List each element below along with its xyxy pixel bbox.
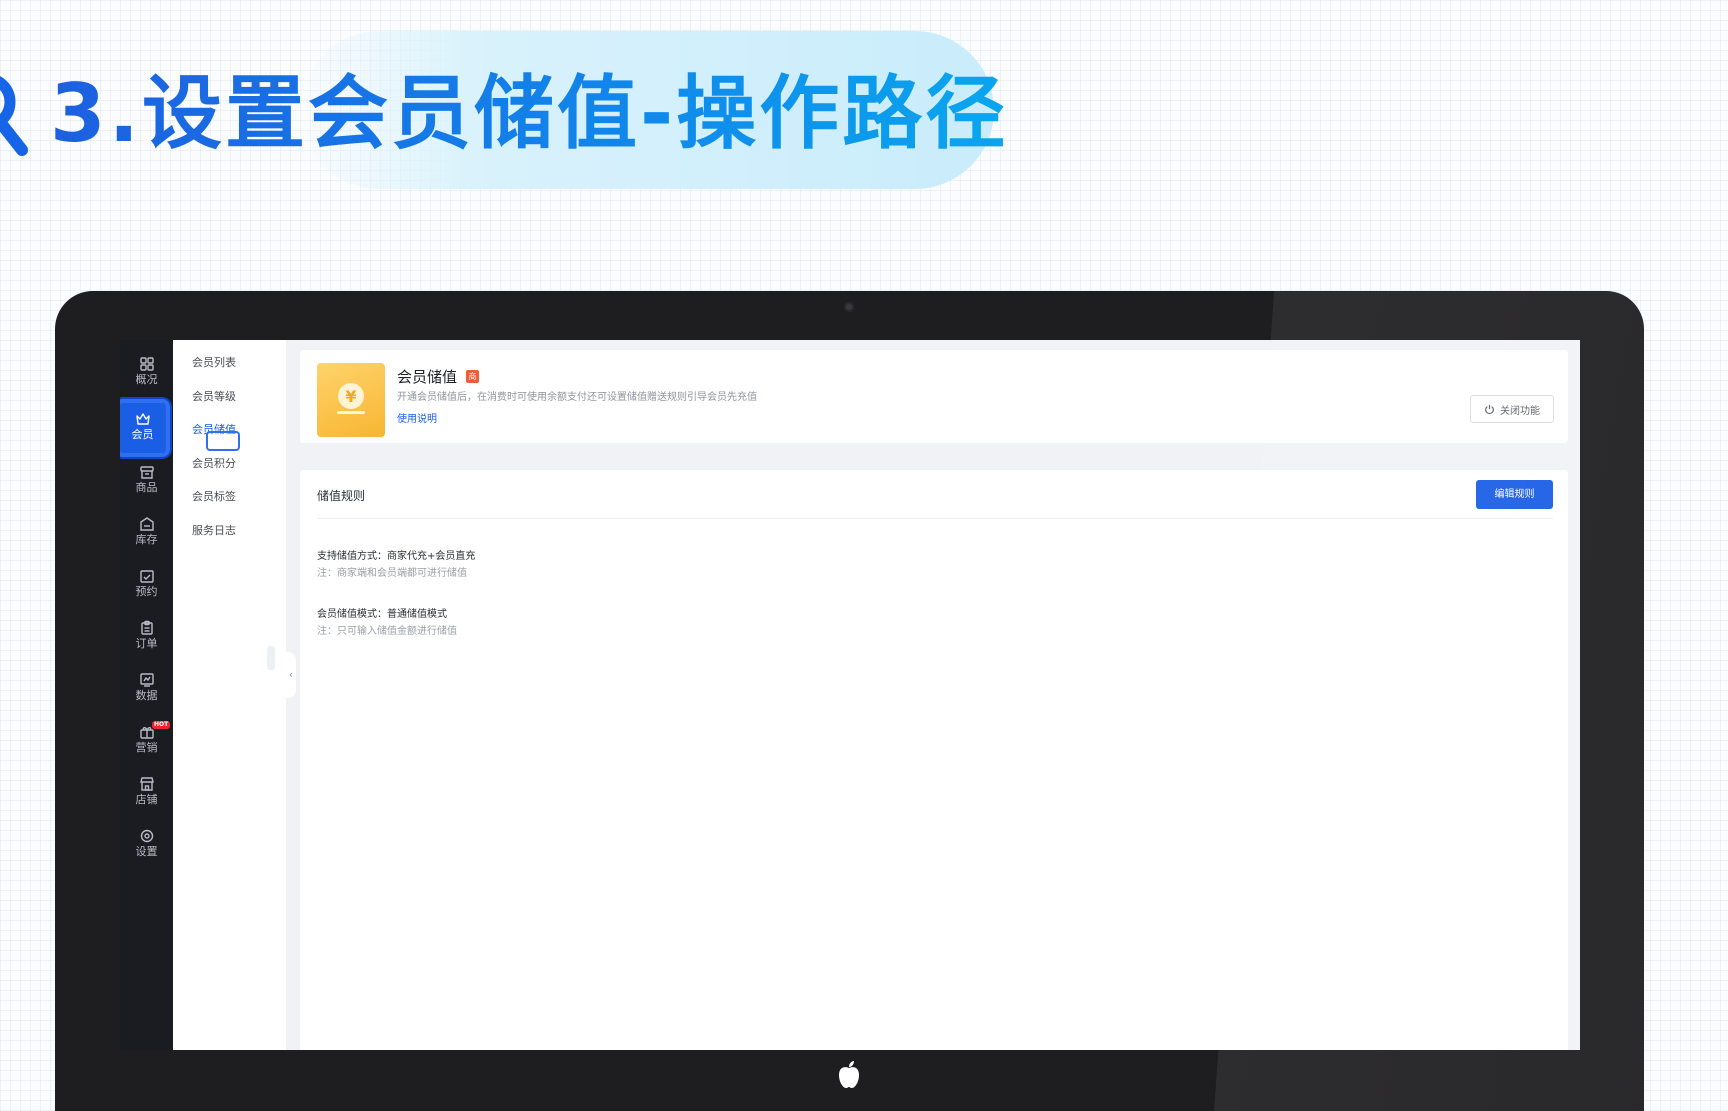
subnav-service-log[interactable]: 服务日志 xyxy=(192,522,236,538)
coin-icon: ¥ xyxy=(337,383,365,414)
nav-label: 会员 xyxy=(131,428,154,441)
scrollbar-thumb[interactable] xyxy=(267,646,275,670)
svg-text:¥: ¥ xyxy=(345,387,356,406)
close-feature-button[interactable]: 关闭功能 xyxy=(1470,395,1554,423)
subnav-member-level[interactable]: 会员等级 xyxy=(192,388,236,404)
calendar-check-icon xyxy=(139,570,154,583)
grid-icon xyxy=(139,357,154,371)
power-icon xyxy=(1485,404,1494,414)
feature-title: 会员储值 xyxy=(397,368,458,386)
usage-guide-link[interactable]: 使用说明 xyxy=(397,410,437,425)
divider xyxy=(317,518,1553,519)
mode-note: 注：只可输入储值金额进行储值 xyxy=(317,626,457,637)
nav-item-marketing[interactable]: HOT 营销 xyxy=(120,720,173,770)
section-title: 储值规则 xyxy=(317,489,366,503)
stored-value-rules-card: 储值规则 编辑规则 支持储值方式：商家代充+会员直充 注：商家端和会员端都可进行… xyxy=(300,470,1568,1050)
secondary-sidebar: 会员列表 会员等级 会员储值 会员积分 会员标签 服务日志 xyxy=(173,340,286,1050)
nav-label: 概况 xyxy=(135,373,158,386)
nav-item-settings[interactable]: 设置 xyxy=(120,824,173,874)
primary-sidebar: 概况 会员 商品 库存 预约 订单 数据 HOT 营销 店铺 设置 xyxy=(120,340,173,1050)
nav-label: 订单 xyxy=(135,637,158,650)
store-icon xyxy=(139,777,154,791)
mode-value: 普通储值模式 xyxy=(387,609,447,620)
method-label: 支持储值方式： xyxy=(317,551,387,562)
nav-label: 店铺 xyxy=(135,793,158,806)
hot-badge: HOT xyxy=(152,721,171,729)
inventory-icon xyxy=(139,517,154,531)
collapse-sidebar-button[interactable]: ‹ xyxy=(286,652,296,698)
nav-item-products[interactable]: 商品 xyxy=(120,460,173,510)
monitor-frame: 概况 会员 商品 库存 预约 订单 数据 HOT 营销 店铺 设置 会员列表 会… xyxy=(55,291,1644,1111)
nav-label: 商品 xyxy=(135,481,158,494)
method-row: 支持储值方式：商家代充+会员直充 xyxy=(317,547,475,562)
nav-item-member[interactable]: 会员 xyxy=(120,399,170,457)
method-note: 注：商家端和会员端都可进行储值 xyxy=(317,568,467,579)
settings-icon xyxy=(140,829,153,843)
nav-item-orders[interactable]: 订单 xyxy=(120,616,173,666)
magnifier-icon xyxy=(0,76,28,156)
nav-label: 库存 xyxy=(135,533,158,546)
crown-icon xyxy=(135,413,150,425)
method-value: 商家代充+会员直充 xyxy=(387,551,476,562)
clipboard-icon xyxy=(140,620,153,635)
nav-label: 预约 xyxy=(135,585,158,598)
nav-item-data[interactable]: 数据 xyxy=(120,668,173,718)
chart-icon xyxy=(139,673,154,687)
nav-label: 数据 xyxy=(135,689,158,702)
subnav-member-points[interactable]: 会员积分 xyxy=(192,455,236,471)
shop-box-icon xyxy=(139,466,154,479)
camera-dot xyxy=(844,302,854,312)
mode-label: 会员储值模式： xyxy=(317,609,387,620)
focus-highlight xyxy=(206,431,240,451)
feature-card: ¥ 会员储值 商 开通会员储值后，在消费时可使用余额支付还可设置储值赠送规则引导… xyxy=(300,350,1568,443)
mode-row: 会员储值模式：普通储值模式 xyxy=(317,605,447,620)
app-screen: 概况 会员 商品 库存 预约 订单 数据 HOT 营销 店铺 设置 会员列表 会… xyxy=(120,340,1580,1050)
nav-label: 营销 xyxy=(135,741,158,754)
page-heading: 3.设置会员储值-操作路径 xyxy=(50,64,1008,164)
nav-item-booking[interactable]: 预约 xyxy=(120,564,173,614)
merchant-tag: 商 xyxy=(466,370,479,383)
apple-logo-icon xyxy=(839,1061,859,1088)
feature-description: 开通会员储值后，在消费时可使用余额支付还可设置储值赠送规则引导会员先充值 xyxy=(397,392,757,403)
close-feature-label: 关闭功能 xyxy=(1500,405,1540,417)
nav-item-store[interactable]: 店铺 xyxy=(120,772,173,822)
edit-rules-button[interactable]: 编辑规则 xyxy=(1476,480,1553,509)
subnav-member-tags[interactable]: 会员标签 xyxy=(192,488,236,504)
nav-label: 设置 xyxy=(135,845,158,858)
stored-value-feature-icon: ¥ xyxy=(317,363,385,437)
nav-item-overview[interactable]: 概况 xyxy=(120,352,173,402)
subnav-member-list[interactable]: 会员列表 xyxy=(192,354,236,370)
nav-item-inventory[interactable]: 库存 xyxy=(120,512,173,562)
